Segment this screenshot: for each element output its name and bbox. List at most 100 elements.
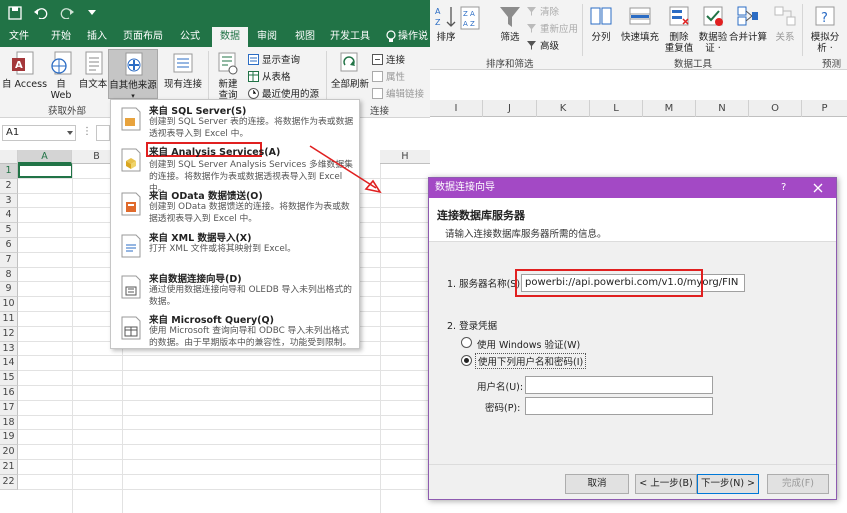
relationships-icon bbox=[774, 6, 796, 26]
show-queries-button[interactable]: 显示查询 bbox=[248, 52, 300, 66]
row-header[interactable]: 2 bbox=[0, 178, 18, 194]
from-text-button[interactable]: 自文本 bbox=[78, 51, 108, 90]
existing-connections-button[interactable]: 现有连接 bbox=[162, 51, 204, 90]
row-header[interactable]: 13 bbox=[0, 341, 18, 357]
properties-button[interactable]: 属性 bbox=[372, 69, 405, 83]
from-other-sources-button[interactable]: 自其他来源 ▾ bbox=[108, 49, 158, 100]
edit-links-button[interactable]: 编辑链接 bbox=[372, 86, 424, 100]
row-header[interactable]: 7 bbox=[0, 252, 18, 268]
windows-auth-radio[interactable] bbox=[461, 337, 472, 348]
customize-qat-icon[interactable] bbox=[88, 10, 96, 16]
column-header-a[interactable]: A bbox=[18, 150, 72, 164]
row-header[interactable]: 20 bbox=[0, 445, 18, 460]
sort-button[interactable]: AZ 排序 bbox=[432, 4, 460, 43]
sort-az-icon[interactable]: Z A A Z bbox=[460, 6, 480, 30]
row-header[interactable]: 22 bbox=[0, 474, 18, 490]
row-header[interactable]: 21 bbox=[0, 460, 18, 475]
relationships-button[interactable]: 关系 bbox=[772, 4, 798, 43]
active-cell[interactable] bbox=[18, 164, 73, 178]
help-button[interactable]: ? bbox=[781, 178, 786, 198]
row-header[interactable]: 19 bbox=[0, 430, 18, 446]
from-web-button[interactable]: 自 Web bbox=[46, 51, 76, 101]
column-header-j[interactable]: J bbox=[483, 100, 537, 117]
undo-icon[interactable] bbox=[34, 7, 48, 19]
what-if-analysis-button[interactable]: ? 模拟分 析 · bbox=[806, 4, 844, 54]
column-header-p[interactable]: P bbox=[802, 100, 847, 117]
recent-sources-button[interactable]: 最近使用的源 bbox=[248, 86, 319, 100]
row-header[interactable]: 15 bbox=[0, 371, 18, 386]
save-icon[interactable] bbox=[8, 6, 22, 20]
column-header-o[interactable]: O bbox=[749, 100, 802, 117]
row-header[interactable]: 6 bbox=[0, 238, 18, 253]
row-header[interactable]: 11 bbox=[0, 312, 18, 327]
tab-file[interactable]: 文件 bbox=[2, 27, 36, 47]
cancel-button[interactable]: 取消 bbox=[565, 474, 629, 494]
row-header[interactable]: 9 bbox=[0, 282, 18, 298]
tab-view[interactable]: 视图 bbox=[288, 27, 322, 47]
server-name-label: 1. 服务器名称(S): bbox=[447, 279, 524, 290]
tab-home[interactable]: 开始 bbox=[44, 27, 78, 47]
password-input[interactable] bbox=[525, 397, 713, 415]
row-header[interactable]: 8 bbox=[0, 267, 18, 283]
refresh-icon bbox=[340, 52, 358, 72]
row-header[interactable]: 16 bbox=[0, 386, 18, 401]
row-header[interactable]: 14 bbox=[0, 356, 18, 372]
group-forecast-label: 预测 bbox=[822, 59, 842, 70]
row-header[interactable]: 12 bbox=[0, 326, 18, 342]
name-box-dropdown-icon[interactable] bbox=[67, 131, 73, 135]
username-input[interactable] bbox=[525, 376, 713, 394]
tab-page-layout[interactable]: 页面布局 bbox=[118, 27, 168, 47]
next-button[interactable]: 下一步(N) > bbox=[697, 474, 759, 494]
new-query-icon bbox=[218, 52, 238, 75]
connections-button[interactable]: 连接 bbox=[372, 52, 405, 66]
tab-developer[interactable]: 开发工具 bbox=[326, 27, 374, 47]
user-pass-radio[interactable] bbox=[461, 355, 472, 366]
menu-item-microsoft-query[interactable]: 来自 Microsoft Query(Q) 使用 Microsoft 查询向导和… bbox=[111, 309, 359, 349]
row-header[interactable]: 18 bbox=[0, 415, 18, 431]
tab-review[interactable]: 审阅 bbox=[250, 27, 284, 47]
row-header[interactable]: 1 bbox=[0, 164, 18, 179]
flash-fill-button[interactable]: 快速填充 bbox=[620, 4, 660, 43]
data-validation-button[interactable]: 数据验 证 · bbox=[696, 4, 730, 54]
row-header[interactable]: 4 bbox=[0, 208, 18, 224]
from-access-button[interactable]: A 自 Access bbox=[2, 51, 47, 90]
advanced-filter-button[interactable]: 高级 bbox=[526, 38, 559, 52]
column-header-k[interactable]: K bbox=[537, 100, 590, 117]
menu-item-sql-server[interactable]: 来自 SQL Server(S) 创建到 SQL Server 表的连接。将数据… bbox=[111, 100, 359, 140]
from-table-button[interactable]: 从表格 bbox=[248, 69, 291, 83]
row-header[interactable]: 10 bbox=[0, 297, 18, 312]
formula-input[interactable] bbox=[96, 125, 110, 141]
consolidate-button[interactable]: 合并计算 bbox=[728, 4, 768, 43]
clear-filter-icon bbox=[527, 6, 536, 16]
remove-duplicates-button[interactable]: 删除 重复值 bbox=[662, 4, 696, 54]
text-to-columns-button[interactable]: 分列 bbox=[586, 4, 616, 43]
column-header-m[interactable]: M bbox=[643, 100, 696, 117]
back-button[interactable]: < 上一步(B) bbox=[635, 474, 697, 494]
column-header-n[interactable]: N bbox=[696, 100, 749, 117]
windows-auth-label: 使用 Windows 验证(W) bbox=[477, 340, 581, 351]
new-query-button[interactable]: 新建 查询 bbox=[212, 51, 244, 101]
refresh-all-button[interactable]: 全部刷新 bbox=[330, 51, 370, 90]
reapply-button[interactable]: 重新应用 bbox=[526, 21, 578, 35]
clear-filter-button[interactable]: 清除 bbox=[526, 4, 559, 18]
finish-button[interactable]: 完成(F) bbox=[767, 474, 829, 494]
web-icon bbox=[51, 51, 72, 75]
tab-formulas[interactable]: 公式 bbox=[172, 27, 208, 47]
row-header[interactable]: 5 bbox=[0, 223, 18, 238]
name-box[interactable]: A1 bbox=[2, 125, 76, 141]
advanced-filter-icon bbox=[527, 40, 536, 50]
column-header-i[interactable]: I bbox=[430, 100, 483, 117]
close-icon[interactable] bbox=[813, 183, 823, 193]
tab-insert[interactable]: 插入 bbox=[80, 27, 114, 47]
tab-data[interactable]: 数据 bbox=[212, 27, 248, 47]
column-header-l[interactable]: L bbox=[590, 100, 643, 117]
row-header[interactable]: 3 bbox=[0, 193, 18, 209]
credentials-label: 2. 登录凭据 bbox=[447, 321, 498, 332]
menu-item-xml-import[interactable]: 来自 XML 数据导入(X) 打开 XML 文件或将其映射到 Excel。 bbox=[111, 227, 359, 267]
redo-icon[interactable] bbox=[60, 7, 74, 19]
menu-item-data-connection-wizard[interactable]: 来自数据连接向导(D) 通过使用数据连接向导和 OLEDB 导入未列出格式的数据… bbox=[111, 268, 359, 308]
filter-button[interactable]: 筛选 bbox=[492, 4, 528, 43]
tab-tell-me[interactable]: 操作说 bbox=[398, 27, 430, 47]
red-arrow-icon bbox=[309, 145, 382, 194]
row-header[interactable]: 17 bbox=[0, 400, 18, 416]
